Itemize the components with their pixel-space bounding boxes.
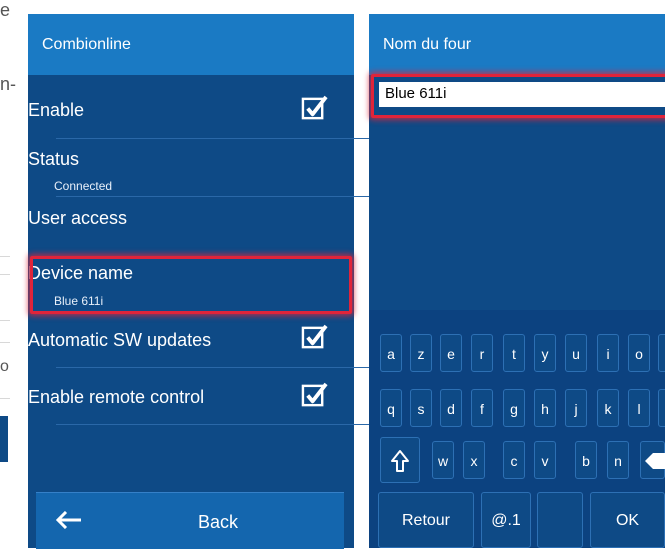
doc-button-edge[interactable] [0,416,8,462]
settings-title: Combionline [42,36,131,53]
key[interactable]: x [463,441,485,479]
key[interactable]: u [565,334,587,372]
setting-label: Enable remote control [28,387,205,407]
doc-fragment-2: n- [0,74,17,94]
key[interactable]: b [575,441,597,479]
setting-label: User access [28,208,128,228]
setting-automatic-sw-updates[interactable]: Automatic SW updates [28,318,344,368]
checkbox-checked-icon[interactable] [301,382,328,409]
divider [0,274,10,275]
rename-header: Nom du four [369,14,665,75]
arrow-left-icon [56,511,81,529]
setting-status[interactable]: Status Connected [28,139,344,195]
rename-title: Nom du four [383,36,472,53]
key[interactable]: e [440,334,462,372]
doc-fragment-1: e [0,0,11,20]
key[interactable]: c [503,441,525,479]
setting-label: Status [28,149,80,169]
shift-key[interactable] [380,437,420,483]
key[interactable]: g [503,389,525,427]
settings-header: Combionline [28,14,354,75]
key[interactable]: w [432,441,454,479]
setting-label: Enable [28,100,85,120]
key[interactable]: v [534,441,556,479]
ok-button[interactable]: OK [590,492,665,548]
setting-user-access[interactable]: User access [28,197,344,253]
divider [0,398,10,399]
divider [0,256,10,257]
setting-enable-remote-control[interactable]: Enable remote control [28,368,344,424]
backspace-icon [645,453,665,469]
shift-arrow-icon [391,450,409,472]
retour-button[interactable]: Retour [378,492,474,548]
back-label: Back [198,512,239,532]
space-key[interactable] [537,492,583,548]
divider [56,424,372,425]
highlight-device-name [30,256,352,314]
key[interactable]: i [597,334,619,372]
key[interactable]: n [607,441,629,479]
setting-enable[interactable]: Enable [28,82,344,138]
key[interactable]: f [471,389,493,427]
key[interactable]: r [471,334,493,372]
key[interactable]: y [534,334,556,372]
checkbox-checked-icon[interactable] [301,324,328,351]
key[interactable]: d [440,389,462,427]
key[interactable]: h [534,389,556,427]
symbols-button[interactable]: @.1 [481,492,531,548]
key[interactable]: z [410,334,432,372]
key-partial[interactable] [658,334,665,372]
backspace-key[interactable] [640,441,665,479]
highlight-input [371,74,665,118]
status-value: Connected [54,179,113,193]
checkbox-checked-icon[interactable] [301,95,328,122]
key[interactable]: k [597,389,619,427]
key-partial[interactable] [658,389,665,427]
setting-label: Automatic SW updates [28,330,212,350]
divider [0,320,10,321]
doc-fragment-3: o [0,358,9,375]
key[interactable]: l [628,389,650,427]
key[interactable]: j [565,389,587,427]
key[interactable]: o [628,334,650,372]
key[interactable]: q [380,389,402,427]
key[interactable]: s [410,389,432,427]
key[interactable]: t [503,334,525,372]
back-button[interactable]: Back [36,492,344,549]
divider [0,342,10,343]
key[interactable]: a [380,334,402,372]
